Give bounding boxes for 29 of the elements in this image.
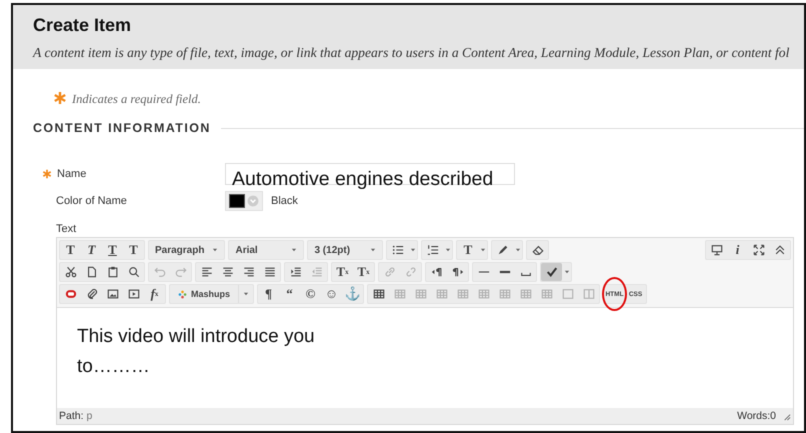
toolbar-button[interactable]: “	[279, 285, 300, 303]
body-text: This video will introduce you	[77, 325, 315, 349]
toolbar-button[interactable]: ☺	[321, 285, 342, 303]
format-dropdown[interactable]: Paragraph	[149, 241, 224, 259]
underline-button[interactable]: T	[102, 241, 123, 259]
color-name: Black	[271, 195, 298, 207]
toolbar-button[interactable]: ©	[300, 285, 322, 303]
field-label: Text	[56, 223, 76, 235]
section-title: CONTENT INFORMATION	[33, 121, 211, 135]
path-value: p	[86, 410, 92, 422]
italic-button[interactable]: T	[81, 241, 102, 259]
bold-button[interactable]: T	[60, 241, 81, 259]
word-count: Words:0	[737, 410, 776, 422]
strikethrough-button[interactable]: T	[123, 241, 144, 259]
toolbar-button[interactable]: T	[457, 241, 478, 259]
mashups-button[interactable]: Mashups	[187, 285, 240, 303]
format-dropdown[interactable]: 3 (12pt)	[308, 241, 382, 259]
italic-button[interactable]: i	[727, 241, 748, 259]
field-label: Name	[57, 168, 86, 180]
required-note: Indicates a required field.	[72, 92, 201, 107]
path-label: Path:	[59, 410, 84, 422]
toolbar-button[interactable]: ¶	[258, 285, 280, 303]
field-label: Color of Name	[56, 195, 127, 207]
toolbar-button[interactable]: ⚓	[342, 285, 364, 303]
page-title: Create Item	[33, 15, 132, 36]
toolbar-button[interactable]: T$^{x}$	[332, 263, 353, 281]
body-text: to………	[77, 355, 150, 379]
format-dropdown[interactable]: Arial	[229, 241, 304, 259]
page-description: A content item is any type of file, text, image, or link that appears to users in a Content Area, Learning Module, Lesson Plan, or content fol	[33, 45, 790, 61]
